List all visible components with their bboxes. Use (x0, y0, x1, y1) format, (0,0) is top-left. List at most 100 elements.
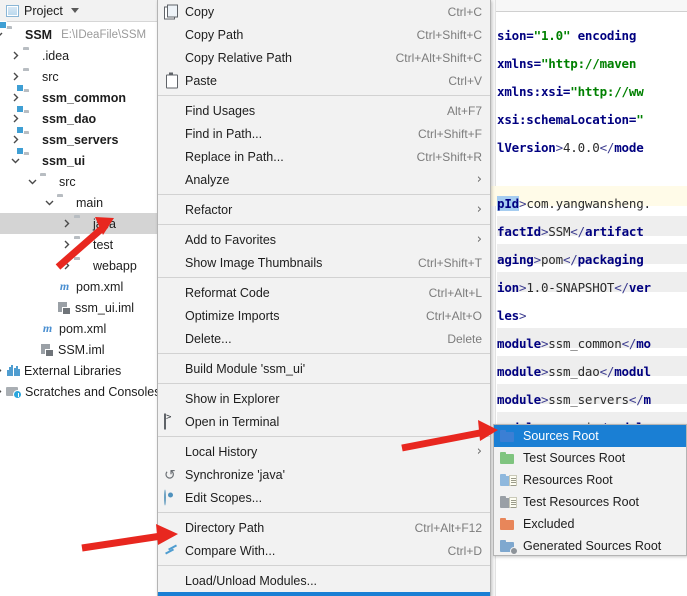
tree-node--idea[interactable]: .idea (0, 45, 181, 66)
submenu-item-excluded[interactable]: Excluded (494, 513, 686, 535)
menu-item-label: Show in Explorer (185, 391, 280, 406)
iml-file-icon (40, 343, 54, 357)
menu-item-open-in-terminal[interactable]: Open in Terminal (158, 410, 490, 433)
test-sources-root-icon (500, 451, 516, 465)
tree-node-ssm-ui[interactable]: ssm_ui (0, 150, 181, 171)
code-line: sion="1.0" encoding (497, 28, 636, 43)
chevron-right-icon[interactable] (60, 234, 72, 255)
tree-node-src[interactable]: src (0, 66, 181, 87)
menu-item-label: Add to Favorites (185, 232, 277, 247)
project-tool-window-header[interactable]: Project (0, 0, 181, 22)
menu-item-directory-path[interactable]: Directory Path Ctrl+Alt+F12 (158, 516, 490, 539)
menu-item-find-usages[interactable]: Find Usages Alt+F7 (158, 99, 490, 122)
menu-item-copy[interactable]: Copy Ctrl+C (158, 0, 490, 23)
tree-node-label: External Libraries (24, 363, 122, 378)
chevron-right-icon[interactable] (60, 255, 72, 276)
tree-node-main[interactable]: main (0, 192, 181, 213)
tree-node-webapp[interactable]: webapp (0, 255, 181, 276)
project-tool-window: Project SSM E:\IDeaFile\SSM .idea src ssm_co… (0, 0, 182, 596)
tree-node-ssm-iml[interactable]: SSM.iml (0, 339, 181, 360)
tree-node-label: .idea (42, 48, 70, 63)
code-token: module (497, 364, 541, 379)
menu-item-label: Copy Relative Path (185, 50, 293, 65)
tree-node-content: ssm_dao (23, 112, 96, 126)
menu-item-label: Replace in Path... (185, 149, 284, 164)
code-token: </ (570, 224, 585, 239)
tree-node-scratches-and-consoles[interactable]: Scratches and Consoles (0, 381, 181, 402)
chevron-right-icon[interactable] (0, 381, 4, 402)
chevron-down-icon[interactable] (26, 171, 38, 192)
menu-item-show-image-thumbnails[interactable]: Show Image Thumbnails Ctrl+Shift+T (158, 251, 490, 274)
tree-node-external-libraries[interactable]: External Libraries (0, 360, 181, 381)
submenu-item-sources-root[interactable]: Sources Root (494, 425, 686, 447)
tree-node-java[interactable]: java (0, 213, 181, 234)
submenu-item-resources-root[interactable]: Resources Root (494, 469, 686, 491)
tree-node-ssm-dao[interactable]: ssm_dao (0, 108, 181, 129)
project-tree[interactable]: SSM E:\IDeaFile\SSM .idea src ssm_common ssm_… (0, 22, 181, 402)
menu-item-delete[interactable]: Delete... Delete (158, 327, 490, 350)
tree-node-label: pom.xml (76, 279, 124, 294)
code-line: module>ssm_servers</m (497, 392, 651, 407)
code-token: " (636, 112, 644, 127)
tree-node-test[interactable]: test (0, 234, 181, 255)
code-token: </ (628, 392, 644, 407)
menu-item-mark-directory-as[interactable]: Mark Directory as› (158, 592, 490, 596)
menu-item-compare-with[interactable]: Compare With... Ctrl+D (158, 539, 490, 562)
menu-item-build-module-ssm-ui[interactable]: Build Module 'ssm_ui' (158, 357, 490, 380)
chevron-down-icon[interactable] (70, 8, 79, 13)
menu-separator (158, 565, 490, 566)
chevron-right-icon[interactable] (9, 45, 21, 66)
menu-item-optimize-imports[interactable]: Optimize Imports Ctrl+Alt+O (158, 304, 490, 327)
chevron-down-icon[interactable] (43, 192, 55, 213)
menu-item-copy-path[interactable]: Copy Path Ctrl+Shift+C (158, 23, 490, 46)
tree-node-content: main (57, 196, 103, 210)
code-token: 1.0-SNAPSHOT (526, 280, 615, 295)
context-menu[interactable]: Copy Ctrl+C Copy Path Ctrl+Shift+C Copy Rela… (157, 0, 491, 596)
code-token: ion (497, 280, 519, 295)
tree-node-ssm-servers[interactable]: ssm_servers (0, 129, 181, 150)
submenu-item-test-sources-root[interactable]: Test Sources Root (494, 447, 686, 469)
mark-directory-as-submenu[interactable]: Sources Root Test Sources Root Resources R… (493, 424, 687, 556)
chevron-right-icon[interactable] (0, 360, 4, 381)
test-resources-root-icon (500, 495, 517, 509)
tree-node-pom-xml[interactable]: m pom.xml (0, 276, 181, 297)
tree-node-label: java (93, 216, 116, 231)
chevron-right-icon[interactable] (60, 213, 72, 234)
folder-icon (23, 49, 38, 62)
menu-item-load-unload-modules[interactable]: Load/Unload Modules... (158, 569, 490, 592)
menu-item-show-in-explorer[interactable]: Show in Explorer (158, 387, 490, 410)
menu-item-refactor[interactable]: Refactor › (158, 198, 490, 221)
code-token: </ (599, 140, 615, 155)
tree-node-ssm[interactable]: SSM E:\IDeaFile\SSM (0, 24, 181, 45)
menu-item-copy-relative-path[interactable]: Copy Relative Path Ctrl+Alt+Shift+C (158, 46, 490, 69)
menu-item-analyze[interactable]: Analyze › (158, 168, 490, 191)
tree-node-label: ssm_ui.iml (75, 300, 135, 315)
menu-item-replace-in-path[interactable]: Replace in Path... Ctrl+Shift+R (158, 145, 490, 168)
menu-item-reformat-code[interactable]: Reformat Code Ctrl+Alt+L (158, 281, 490, 304)
code-token: modul (614, 364, 651, 379)
code-line: module>ssm_common</mo (497, 336, 651, 351)
menu-item-shortcut: Ctrl+D (447, 543, 482, 558)
submenu-item-label: Generated Sources Root (523, 539, 662, 553)
menu-item-synchronize-java[interactable]: ↺ Synchronize 'java' (158, 463, 490, 486)
tree-node-label: src (42, 69, 59, 84)
tree-node-label: ssm_dao (42, 111, 97, 126)
tree-node-pom-xml[interactable]: m pom.xml (0, 318, 181, 339)
tree-node-src[interactable]: src (0, 171, 181, 192)
menu-item-paste[interactable]: Paste Ctrl+V (158, 69, 490, 92)
menu-item-local-history[interactable]: Local History › (158, 440, 490, 463)
submenu-item-test-resources-root[interactable]: Test Resources Root (494, 491, 686, 513)
menu-item-find-in-path[interactable]: Find in Path... Ctrl+Shift+F (158, 122, 490, 145)
code-token: lVersion (497, 140, 556, 155)
tree-node-ssm-ui-iml[interactable]: ssm_ui.iml (0, 297, 181, 318)
code-token: </ (599, 364, 615, 379)
menu-item-add-to-favorites[interactable]: Add to Favorites › (158, 228, 490, 251)
module-folder-icon (23, 91, 38, 104)
submenu-item-generated-sources-root[interactable]: Generated Sources Root (494, 535, 686, 557)
menu-item-label: Local History (185, 444, 258, 459)
code-token: > (555, 140, 564, 155)
tree-node-ssm-common[interactable]: ssm_common (0, 87, 181, 108)
paste-icon (164, 73, 179, 88)
menu-item-edit-scopes[interactable]: Edit Scopes... (158, 486, 490, 509)
menu-item-label: Show Image Thumbnails (185, 255, 323, 270)
